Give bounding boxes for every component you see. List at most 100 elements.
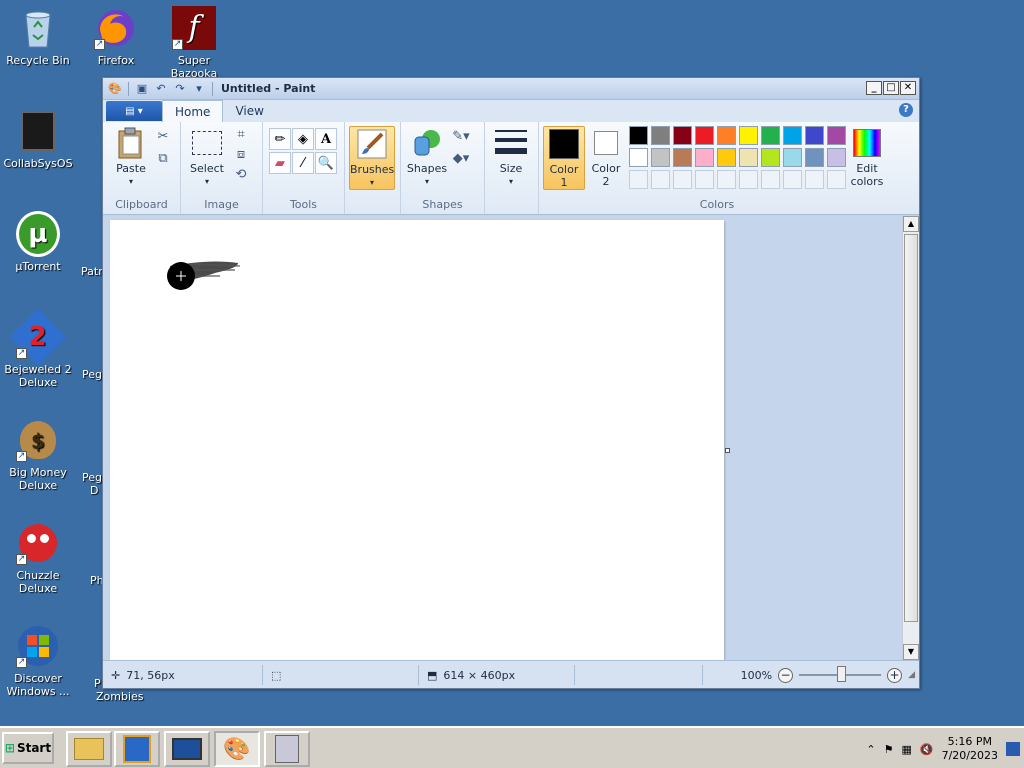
desktop-icon-bejeweled[interactable]: 2 ↗ Bejeweled 2 Deluxe xyxy=(0,308,76,389)
select-button[interactable]: Select ▾ xyxy=(185,126,229,188)
color-swatch[interactable] xyxy=(651,126,670,145)
magnifier-icon[interactable]: 🔍 xyxy=(315,152,337,174)
desktop-icon-chuzzle[interactable]: ↗ Chuzzle Deluxe xyxy=(0,521,76,595)
color-swatch[interactable] xyxy=(761,170,780,189)
text-icon[interactable]: A xyxy=(315,128,337,150)
rotate-icon[interactable]: ⟲ xyxy=(231,164,251,184)
eraser-icon[interactable]: ▰ xyxy=(269,152,291,174)
color-swatch[interactable] xyxy=(827,170,846,189)
resize-grip-icon[interactable]: ◢ xyxy=(908,670,915,680)
fill-icon[interactable]: ◈ xyxy=(292,128,314,150)
action-center-flag-icon[interactable]: ⚑ xyxy=(884,743,894,756)
shapes-group: Shapes ▾ ✎▾ ◆▾ Shapes xyxy=(401,122,485,214)
color-swatch[interactable] xyxy=(783,126,802,145)
crop-icon[interactable]: ⌗ xyxy=(231,124,251,144)
brush-icon xyxy=(355,127,389,161)
color-swatch[interactable] xyxy=(827,126,846,145)
fill-shape-icon[interactable]: ◆▾ xyxy=(451,148,471,168)
color-swatch[interactable] xyxy=(651,148,670,167)
zoom-out-button[interactable]: − xyxy=(778,667,794,683)
color-swatch[interactable] xyxy=(695,148,714,167)
desktop-icon-collabsysos[interactable]: CollabSysOS xyxy=(0,109,76,170)
color-swatch[interactable] xyxy=(695,126,714,145)
color1-button[interactable]: Color 1 xyxy=(543,126,585,190)
customize-qat-icon[interactable]: ▾ xyxy=(191,81,207,97)
paste-dropdown-icon: ▾ xyxy=(128,177,133,186)
taskbar-desktop[interactable] xyxy=(164,731,210,767)
desktop-icon-utorrent[interactable]: µ µTorrent xyxy=(0,211,76,273)
zoom-in-button[interactable]: + xyxy=(887,667,903,683)
color-swatch[interactable] xyxy=(673,170,692,189)
color-swatch[interactable] xyxy=(827,148,846,167)
color-swatch[interactable] xyxy=(651,170,670,189)
taskbar-paint[interactable]: 🎨 xyxy=(214,731,260,767)
taskbar-explorer[interactable] xyxy=(66,731,112,767)
close-button[interactable]: ✕ xyxy=(900,81,916,95)
color-swatch[interactable] xyxy=(629,148,648,167)
color-swatch[interactable] xyxy=(629,126,648,145)
desktop-icon-big-money[interactable]: $ ↗ Big Money Deluxe xyxy=(0,418,76,492)
tab-home[interactable]: Home xyxy=(162,100,224,122)
copy-icon[interactable]: ⧉ xyxy=(153,148,173,168)
redo-icon[interactable]: ↷ xyxy=(172,81,188,97)
color-swatch[interactable] xyxy=(805,170,824,189)
color-swatch[interactable] xyxy=(805,148,824,167)
color-swatch[interactable] xyxy=(805,126,824,145)
color-swatch[interactable] xyxy=(673,148,692,167)
resize-icon[interactable]: ⧈ xyxy=(231,144,251,164)
color-swatch[interactable] xyxy=(629,170,648,189)
outline-icon[interactable]: ✎▾ xyxy=(451,126,471,146)
clock[interactable]: 5:16 PM 7/20/2023 xyxy=(942,735,998,763)
color-swatch[interactable] xyxy=(783,148,802,167)
help-icon[interactable]: ? xyxy=(899,103,913,117)
canvas-workspace[interactable] xyxy=(103,216,902,660)
zoom-slider[interactable] xyxy=(799,666,882,682)
tab-view[interactable]: View xyxy=(223,100,275,122)
desktop-icon-discover-windows[interactable]: ↗ Discover Windows ... xyxy=(0,624,76,698)
cut-icon[interactable]: ✂ xyxy=(153,126,173,146)
desktop-icon-super-bazooka[interactable]: f ↗ Super Bazooka xyxy=(156,6,232,80)
show-hidden-icons[interactable]: ⌃ xyxy=(866,743,875,756)
color-swatch[interactable] xyxy=(739,148,758,167)
network-icon[interactable]: ▦ xyxy=(901,743,911,756)
color-swatch[interactable] xyxy=(695,170,714,189)
color-swatch[interactable] xyxy=(783,170,802,189)
color-swatch[interactable] xyxy=(739,126,758,145)
desktop-icon-recycle-bin[interactable]: Recycle Bin xyxy=(0,6,76,67)
color-swatch[interactable] xyxy=(673,126,692,145)
minimize-button[interactable]: _ xyxy=(866,81,882,95)
edit-colors-button[interactable]: Edit colors xyxy=(845,126,889,188)
volume-muted-icon[interactable]: 🔇 xyxy=(920,743,934,756)
scroll-thumb[interactable] xyxy=(904,234,918,622)
size-button[interactable]: Size ▾ xyxy=(491,126,531,188)
color-swatch[interactable] xyxy=(717,126,736,145)
color2-button[interactable]: Color 2 xyxy=(587,126,625,188)
pencil-icon[interactable]: ✏ xyxy=(269,128,291,150)
zoom-slider-knob[interactable] xyxy=(837,666,847,682)
taskbar-installer[interactable] xyxy=(264,731,310,767)
color-swatch[interactable] xyxy=(761,148,780,167)
desktop-icon-firefox[interactable]: ↗ Firefox xyxy=(78,6,154,67)
paint-menu-button[interactable]: ▤ ▾ xyxy=(106,101,162,121)
color-swatch[interactable] xyxy=(717,148,736,167)
scroll-up-button[interactable]: ▲ xyxy=(903,216,919,232)
brushes-button[interactable]: Brushes ▾ xyxy=(349,126,395,190)
canvas-resize-handle[interactable] xyxy=(725,448,730,453)
color-swatch[interactable] xyxy=(717,170,736,189)
color-picker-icon[interactable]: ⁄ xyxy=(292,152,314,174)
paint-app-icon[interactable]: 🎨 xyxy=(107,81,123,97)
undo-icon[interactable]: ↶ xyxy=(153,81,169,97)
drawing-canvas[interactable] xyxy=(110,220,724,660)
color-swatch[interactable] xyxy=(739,170,758,189)
maximize-button[interactable]: □ xyxy=(883,81,899,95)
start-button[interactable]: ⊞ Start xyxy=(2,732,54,764)
vertical-scrollbar[interactable]: ▲ ▼ xyxy=(902,216,919,660)
show-desktop-button[interactable] xyxy=(1006,742,1020,756)
shapes-button[interactable]: Shapes ▾ xyxy=(405,126,449,188)
installer-icon xyxy=(275,735,299,763)
scroll-down-button[interactable]: ▼ xyxy=(903,644,919,660)
save-icon[interactable]: ▣ xyxy=(134,81,150,97)
taskbar-virtualbox[interactable] xyxy=(114,731,160,767)
color-swatch[interactable] xyxy=(761,126,780,145)
paste-button[interactable]: Paste ▾ xyxy=(109,126,153,188)
